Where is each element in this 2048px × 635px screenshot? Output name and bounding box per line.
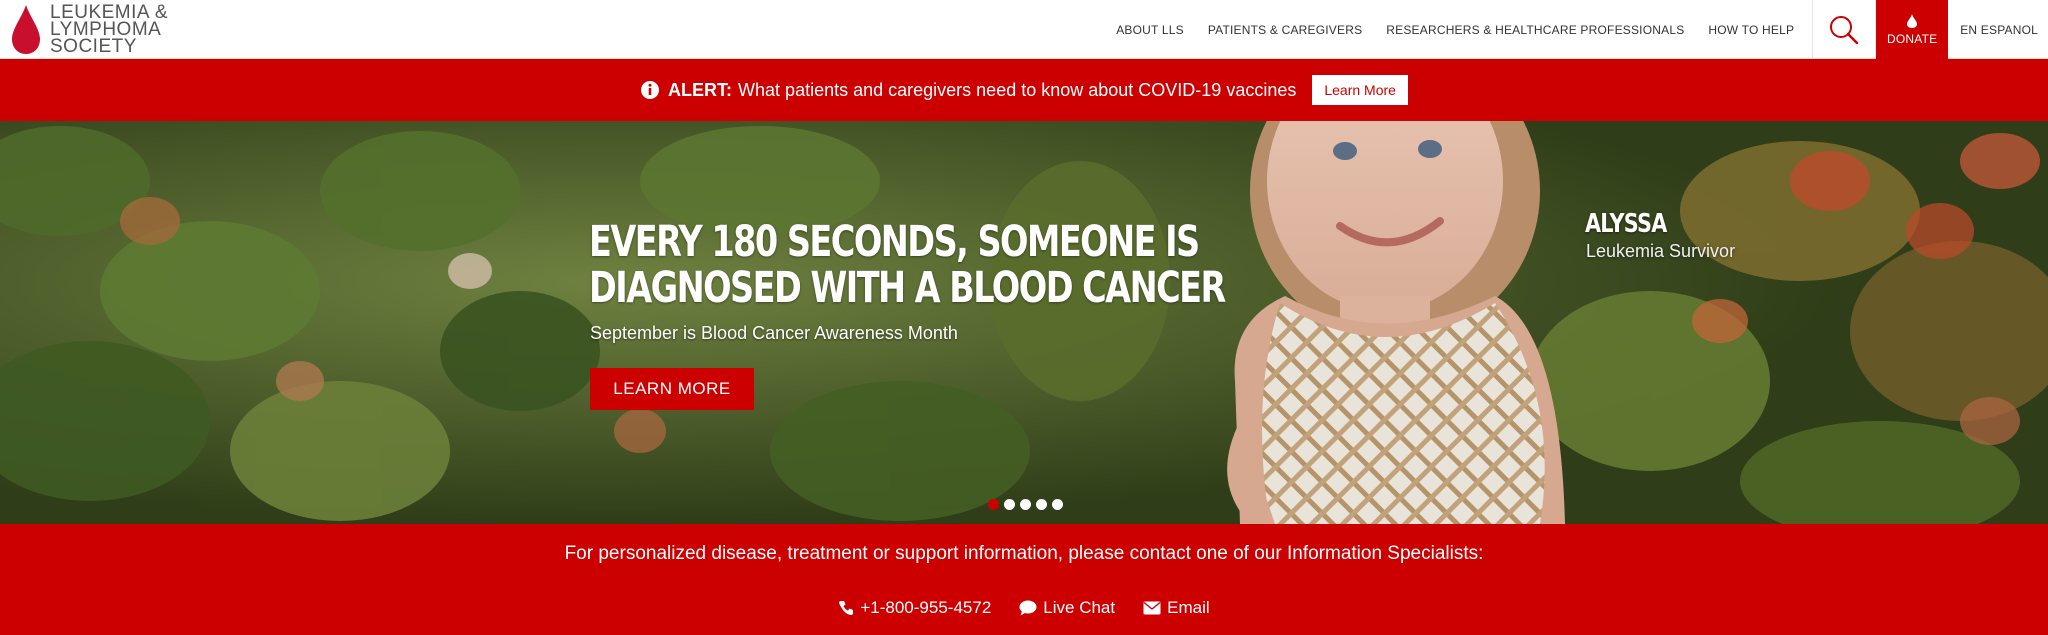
phone-link[interactable]: +1-800-955-4572	[838, 598, 991, 618]
nav-researchers-healthcare[interactable]: RESEARCHERS & HEALTHCARE PROFESSIONALS	[1374, 0, 1696, 59]
donate-button[interactable]: DONATE	[1876, 0, 1949, 59]
alert-label: ALERT:	[668, 79, 733, 100]
site-header: LEUKEMIA & LYMPHOMA SOCIETY ABOUT LLS PA…	[0, 0, 2048, 59]
carousel-dot-4[interactable]	[1036, 499, 1047, 510]
carousel-dot-2[interactable]	[1004, 499, 1015, 510]
email-link[interactable]: Email	[1143, 598, 1210, 618]
nav-about-lls[interactable]: ABOUT LLS	[1116, 0, 1196, 59]
lls-logo[interactable]: LEUKEMIA & LYMPHOMA SOCIETY	[10, 2, 168, 56]
carousel-dot-3[interactable]	[1020, 499, 1031, 510]
hero-person-name: ALYSSA	[1585, 209, 1667, 239]
hero-headline: EVERY 180 SECONDS, SOMEONE IS DIAGNOSED …	[589, 217, 1226, 313]
hero-background-image	[0, 121, 2048, 524]
info-icon	[641, 81, 660, 99]
main-nav: ABOUT LLS PATIENTS & CAREGIVERS RESEARCH…	[1116, 0, 2048, 59]
hero-subtitle: September is Blood Cancer Awareness Mont…	[590, 323, 958, 343]
nav-patients-caregivers[interactable]: PATIENTS & CAREGIVERS	[1196, 0, 1374, 59]
alert-banner: ALERT: What patients and caregivers need…	[0, 59, 2048, 121]
hero-person-role: Leukemia Survivor	[1586, 241, 1736, 261]
search-button[interactable]	[1812, 0, 1877, 59]
alert-learn-more-button[interactable]: Learn More	[1312, 75, 1408, 105]
donate-label: DONATE	[1887, 31, 1938, 46]
language-toggle[interactable]: EN ESPANOL	[1948, 0, 2048, 59]
contact-options: +1-800-955-4572 Live Chat Email	[0, 598, 2048, 618]
live-chat-link[interactable]: Live Chat	[1019, 598, 1115, 618]
phone-icon	[839, 601, 854, 615]
drop-icon	[1907, 13, 1918, 28]
live-chat-label: Live Chat	[1043, 598, 1116, 617]
chat-bubble-icon	[1019, 600, 1037, 616]
nav-how-to-help[interactable]: HOW TO HELP	[1696, 0, 1806, 59]
envelope-icon	[1143, 601, 1161, 615]
email-label: Email	[1167, 598, 1210, 617]
info-specialists-bar: For personalized disease, treatment or s…	[0, 524, 2048, 635]
phone-number: +1-800-955-4572	[860, 598, 992, 617]
logo-wordmark: LEUKEMIA & LYMPHOMA SOCIETY	[50, 1, 168, 57]
alert-text: What patients and caregivers need to kno…	[738, 79, 1297, 100]
carousel-dot-1[interactable]	[988, 499, 999, 510]
carousel-dot-5[interactable]	[1052, 499, 1063, 510]
hero-carousel: EVERY 180 SECONDS, SOMEONE IS DIAGNOSED …	[0, 121, 2048, 524]
blood-drop-logo-icon	[12, 5, 40, 54]
info-specialists-text: For personalized disease, treatment or s…	[564, 543, 1484, 564]
search-icon	[1830, 15, 1859, 44]
carousel-dots	[988, 499, 1063, 510]
hero-learn-more-button[interactable]: LEARN MORE	[590, 368, 754, 410]
